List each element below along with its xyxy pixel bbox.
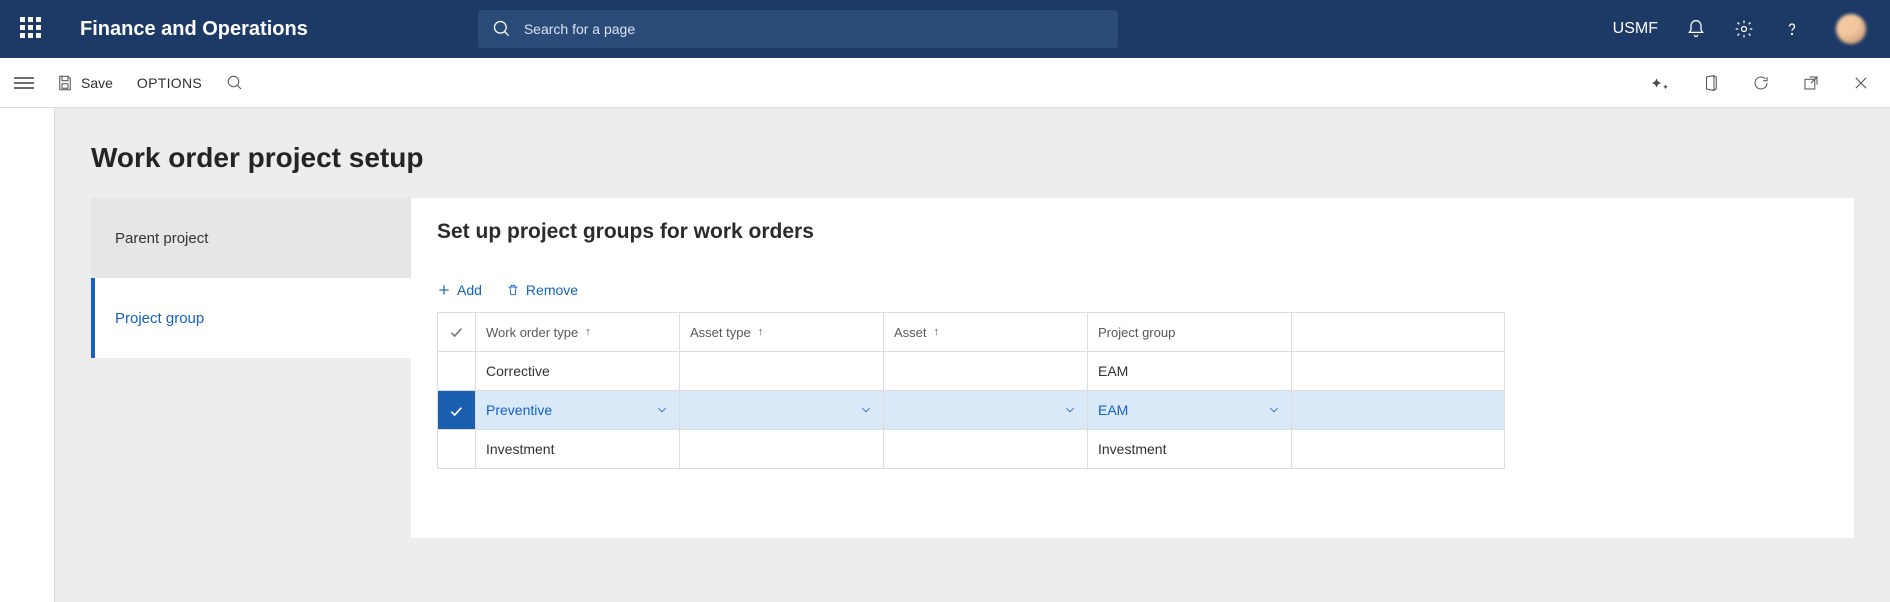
cell-asset-type[interactable] xyxy=(680,391,884,430)
user-avatar[interactable] xyxy=(1836,14,1866,44)
page: Work order project setup Parent project … xyxy=(55,108,1890,602)
cell-asset-type[interactable] xyxy=(680,352,884,391)
action-pane: Save OPTIONS xyxy=(0,58,1890,108)
save-button[interactable]: Save xyxy=(56,74,113,92)
chevron-down-icon xyxy=(1063,403,1077,417)
col-work-order-type[interactable]: Work order type ↑ xyxy=(476,313,680,352)
cell-spacer xyxy=(1292,352,1505,391)
popout-icon[interactable] xyxy=(1802,74,1820,92)
page-title: Work order project setup xyxy=(91,142,1890,174)
trash-icon xyxy=(506,283,520,297)
office-icon[interactable] xyxy=(1702,74,1720,92)
add-button[interactable]: Add xyxy=(437,282,482,298)
sort-asc-icon: ↑ xyxy=(934,326,940,338)
cell-value: Investment xyxy=(1098,441,1166,457)
options-label: OPTIONS xyxy=(137,75,202,91)
content: Parent project Project group Set up proj… xyxy=(91,198,1890,538)
table-row[interactable]: Preventive xyxy=(438,391,1505,430)
cell-value: Investment xyxy=(486,441,554,457)
cell-work-order-type[interactable]: Preventive xyxy=(476,391,680,430)
cell-work-order-type[interactable]: Corrective xyxy=(476,352,680,391)
tab-project-group[interactable]: Project group xyxy=(91,278,411,358)
left-rail xyxy=(0,108,55,602)
page-body: Work order project setup Parent project … xyxy=(0,108,1890,602)
cell-value: Corrective xyxy=(486,363,550,379)
cell-value: Preventive xyxy=(486,402,552,418)
col-asset-type[interactable]: Asset type ↑ xyxy=(680,313,884,352)
vertical-tabs: Parent project Project group xyxy=(91,198,411,358)
cell-asset-type[interactable] xyxy=(680,430,884,469)
app-launcher-icon[interactable] xyxy=(20,17,44,41)
tab-parent-project[interactable]: Parent project xyxy=(91,198,411,278)
data-grid: Work order type ↑ Asset type ↑ xyxy=(437,312,1505,469)
table-row[interactable]: Corrective EAM xyxy=(438,352,1505,391)
tab-label: Project group xyxy=(115,310,204,327)
col-label: Asset type xyxy=(690,325,751,340)
search-placeholder: Search for a page xyxy=(524,21,635,37)
col-asset[interactable]: Asset ↑ xyxy=(884,313,1088,352)
bell-icon[interactable] xyxy=(1686,19,1706,39)
row-selector[interactable] xyxy=(438,352,476,391)
save-icon xyxy=(56,74,74,92)
chevron-down-icon xyxy=(1267,403,1281,417)
header-row: Work order type ↑ Asset type ↑ xyxy=(438,313,1505,352)
cell-spacer xyxy=(1292,391,1505,430)
options-button[interactable]: OPTIONS xyxy=(137,75,202,91)
section-heading: Set up project groups for work orders xyxy=(437,220,1828,244)
plus-icon xyxy=(437,283,451,297)
save-label: Save xyxy=(81,75,113,91)
cell-asset[interactable] xyxy=(884,391,1088,430)
refresh-icon[interactable] xyxy=(1752,74,1770,92)
cell-asset[interactable] xyxy=(884,430,1088,469)
main-panel: Set up project groups for work orders Ad… xyxy=(411,198,1854,538)
col-label: Work order type xyxy=(486,325,578,340)
nav-right: USMF xyxy=(1613,14,1866,44)
row-selector[interactable] xyxy=(438,430,476,469)
chevron-down-icon xyxy=(859,403,873,417)
col-project-group[interactable]: Project group xyxy=(1088,313,1292,352)
legal-entity[interactable]: USMF xyxy=(1613,20,1658,38)
cell-work-order-type[interactable]: Investment xyxy=(476,430,680,469)
add-label: Add xyxy=(457,282,482,298)
remove-button[interactable]: Remove xyxy=(506,282,578,298)
close-icon[interactable] xyxy=(1852,74,1870,92)
action-right xyxy=(1652,74,1870,92)
chevron-down-icon xyxy=(655,403,669,417)
remove-label: Remove xyxy=(526,282,578,298)
tab-label: Parent project xyxy=(115,230,208,247)
search-icon xyxy=(492,19,512,39)
table-row[interactable]: Investment Investment xyxy=(438,430,1505,469)
cell-value: EAM xyxy=(1098,363,1128,379)
sort-asc-icon: ↑ xyxy=(585,326,591,338)
global-nav: Finance and Operations Search for a page… xyxy=(0,0,1890,58)
action-search-button[interactable] xyxy=(226,74,244,92)
cell-value: EAM xyxy=(1098,402,1128,418)
help-icon[interactable] xyxy=(1782,19,1802,39)
cell-asset[interactable] xyxy=(884,352,1088,391)
global-search[interactable]: Search for a page xyxy=(478,10,1118,48)
search-icon xyxy=(226,74,244,92)
grid-actions: Add Remove xyxy=(437,282,1828,298)
sort-asc-icon: ↑ xyxy=(758,326,764,338)
col-spacer xyxy=(1292,313,1505,352)
col-label: Asset xyxy=(894,325,927,340)
cell-project-group[interactable]: EAM xyxy=(1088,391,1292,430)
gear-icon[interactable] xyxy=(1734,19,1754,39)
brand-title: Finance and Operations xyxy=(80,18,308,41)
row-selector[interactable] xyxy=(438,391,476,430)
col-label: Project group xyxy=(1098,325,1175,340)
select-all-header[interactable] xyxy=(438,313,476,352)
cell-spacer xyxy=(1292,430,1505,469)
nav-toggle-icon[interactable] xyxy=(14,74,34,92)
sparkle-icon[interactable] xyxy=(1652,74,1670,92)
cell-project-group[interactable]: EAM xyxy=(1088,352,1292,391)
cell-project-group[interactable]: Investment xyxy=(1088,430,1292,469)
